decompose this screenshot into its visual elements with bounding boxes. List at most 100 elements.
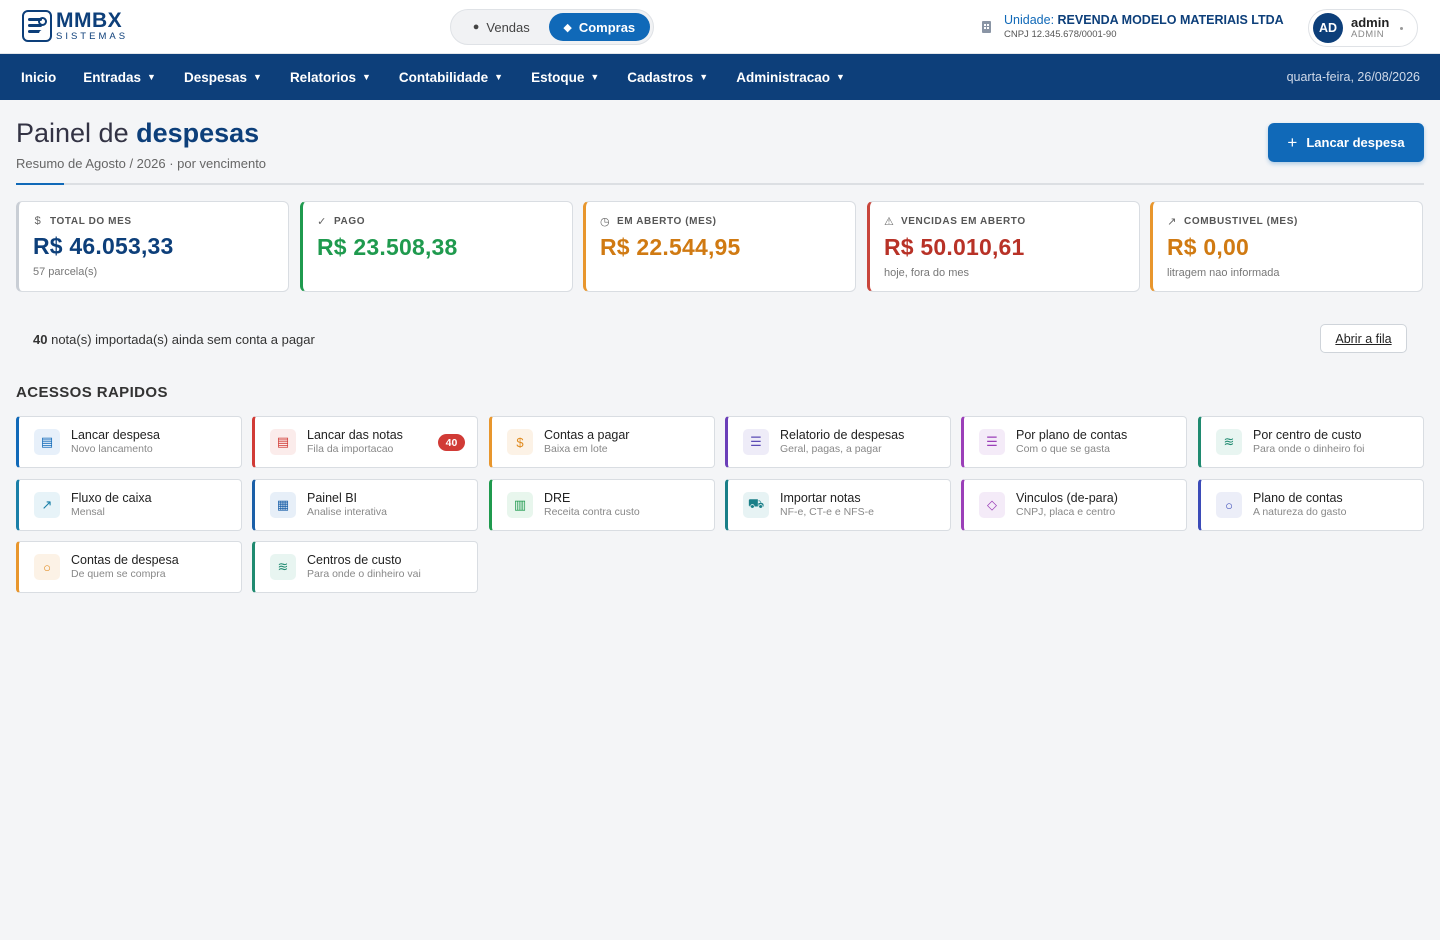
unit-info: Unidade: REVENDA MODELO MATERIAIS LTDA C… [982, 13, 1284, 40]
tile-contas-a-pagar[interactable]: $ Contas a pagar Baixa em lote [489, 416, 715, 468]
dashboard-icon: ▦ [270, 492, 296, 518]
trend-up-icon: ↗ [1167, 216, 1177, 228]
circle-icon: ○ [1216, 492, 1242, 518]
user-menu[interactable]: AD admin ADMIN [1308, 9, 1418, 47]
tile-subtitle: Fila da importacao [307, 443, 394, 456]
brand-subtitle: SISTEMAS [56, 31, 129, 43]
kpi-value: R$ 22.544,95 [600, 234, 741, 260]
nav-item-relatorios[interactable]: Relatorios ▼ [290, 54, 371, 100]
tile-subtitle: Mensal [71, 506, 105, 519]
circle-icon: ○ [34, 554, 60, 580]
caret-down-icon: ▼ [836, 72, 845, 82]
top-header: MMBX SISTEMAS ● Vendas ◆ Compras Unidade… [0, 0, 1440, 54]
tile-por-plano-de-contas[interactable]: ☰ Por plano de contas Com o que se gasta [961, 416, 1187, 468]
tile-painel-bi[interactable]: ▦ Painel BI Analise interativa [252, 479, 478, 531]
abrir-fila-button[interactable]: Abrir a fila [1320, 324, 1407, 353]
tile-plano-de-contas[interactable]: ○ Plano de contas A natureza do gasto [1198, 479, 1424, 531]
nav-item-contabilidade[interactable]: Contabilidade ▼ [399, 54, 503, 100]
warning-icon: ⚠ [884, 216, 895, 228]
dollar-icon: $ [507, 429, 533, 455]
tile-title: Importar notas [780, 491, 861, 506]
nav-item-administracao[interactable]: Administracao ▼ [736, 54, 845, 100]
user-role: ADMIN [1351, 28, 1385, 40]
caret-down-icon: ▼ [699, 72, 709, 82]
kpi-card: ✓ PAGO R$ 23.508,38 [300, 201, 573, 292]
tile-title: Painel BI [307, 491, 358, 506]
kpi-label: ↗ COMBUSTIVEL (MES) [1167, 215, 1408, 228]
mode-vendas-label: Vendas [486, 19, 530, 35]
count-badge: 40 [438, 434, 465, 451]
tile-title: Contas de despesa [71, 553, 179, 568]
mode-vendas-button[interactable]: ● Vendas [454, 13, 549, 41]
tile-dre[interactable]: ▥ DRE Receita contra custo [489, 479, 715, 531]
dollar-icon: $ [34, 215, 42, 227]
box-icon: ◆ [563, 21, 572, 34]
mode-compras-button[interactable]: ◆ Compras [548, 13, 650, 41]
brand-logo[interactable]: MMBX SISTEMAS [22, 10, 128, 42]
tile-subtitle: Baixa em lote [544, 443, 608, 456]
main-nav: Inicio Entradas ▼ Despesas ▼ Relatorios ▼ C… [0, 54, 1440, 100]
kpi-value: R$ 50.010,61 [884, 234, 1025, 260]
trend-up-icon: ↗ [34, 492, 60, 518]
tile-lancar-despesa[interactable]: ▤ Lancar despesa Novo lancamento [16, 416, 242, 468]
nav-label: Estoque [531, 69, 585, 85]
tile-fluxo-de-caixa[interactable]: ↗ Fluxo de caixa Mensal [16, 479, 242, 531]
tile-lancar-das-notas[interactable]: ▤ Lancar das notas Fila da importacao 40 [252, 416, 478, 468]
tile-title: Relatorio de despesas [780, 428, 905, 443]
tile-subtitle: NF-e, CT-e e NFS-e [780, 506, 874, 519]
tile-relatorio-de-despesas[interactable]: ☰ Relatorio de despesas Geral, pagas, a pa… [725, 416, 951, 468]
layers-icon: ≋ [1216, 429, 1242, 455]
kpi-value: R$ 23.508,38 [317, 234, 458, 260]
tag-icon: ◇ [979, 492, 1005, 518]
tile-subtitle: Receita contra custo [544, 506, 640, 519]
unit-label: Unidade: [1004, 13, 1055, 27]
kpi-card: ⚠ VENCIDAS EM ABERTO R$ 50.010,61 hoje, for… [867, 201, 1140, 292]
tile-centros-de-custo[interactable]: ≋ Centros de custo Para onde o dinheiro va… [252, 541, 478, 593]
kpi-label: $ TOTAL DO MES [33, 215, 274, 227]
kpi-label: ◷ EM ABERTO (MES) [600, 215, 841, 228]
tile-vinculos-de-para[interactable]: ◇ Vinculos (de-para) CNPJ, placa e centro [961, 479, 1187, 531]
mode-toggle: ● Vendas ◆ Compras [450, 9, 654, 45]
bar-chart-icon: ▥ [507, 492, 533, 518]
nav-label: Relatorios [289, 69, 356, 85]
kpi-label-text: COMBUSTIVEL (MES) [1184, 216, 1298, 227]
nav-item-estoque[interactable]: Estoque ▼ [531, 54, 599, 100]
tile-subtitle: A natureza do gasto [1253, 506, 1347, 519]
unit-name: REVENDA MODELO MATERIAIS LTDA [1057, 13, 1284, 27]
tile-por-centro-de-custo[interactable]: ≋ Por centro de custo Para onde o dinheiro… [1198, 416, 1424, 468]
nav-label: Despesas [183, 69, 248, 85]
tile-subtitle: De quem se compra [71, 568, 166, 581]
chevron-down-icon [1400, 27, 1403, 30]
caret-down-icon: ▼ [361, 72, 371, 82]
nav-item-despesas[interactable]: Despesas ▼ [184, 54, 262, 100]
lancar-despesa-label: Lancar despesa [1306, 135, 1405, 150]
tile-subtitle: CNPJ, placa e centro [1016, 506, 1116, 519]
lancar-despesa-button[interactable]: + Lancar despesa [1268, 123, 1424, 162]
nav-item-entradas[interactable]: Entradas ▼ [83, 54, 156, 100]
plus-icon: + [1287, 132, 1298, 152]
building-icon [982, 21, 994, 34]
mode-compras-label: Compras [578, 19, 636, 35]
clock-icon: ◷ [600, 216, 611, 228]
kpi-value: R$ 46.053,33 [33, 233, 174, 259]
nav-item-inicio[interactable]: Inicio [21, 54, 56, 100]
tile-title: Plano de contas [1253, 491, 1343, 506]
tile-title: DRE [544, 491, 571, 506]
kpi-label-text: TOTAL DO MES [50, 215, 132, 227]
brand-name: MMBX [56, 9, 123, 33]
tile-subtitle: Geral, pagas, a pagar [780, 443, 882, 456]
page-title-bold: despesas [136, 118, 260, 148]
pending-notes-count: 40 [33, 332, 48, 347]
kpi-note: litragem nao informada [1167, 267, 1280, 279]
kpi-label: ⚠ VENCIDAS EM ABERTO [884, 215, 1125, 228]
tile-contas-de-despesa[interactable]: ○ Contas de despesa De quem se compra [16, 541, 242, 593]
current-date: quarta-feira, 26/08/2026 [1286, 70, 1420, 84]
tile-importar-notas[interactable]: ⛟ Importar notas NF-e, CT-e e NFS-e [725, 479, 951, 531]
caret-down-icon: ▼ [253, 72, 262, 82]
nav-label: Administracao [736, 69, 830, 85]
nav-item-cadastros[interactable]: Cadastros ▼ [627, 54, 708, 100]
user-name: admin [1351, 15, 1390, 31]
nav-label: Entradas [83, 69, 142, 85]
tile-subtitle: Analise interativa [307, 506, 387, 519]
logo-mark-icon [22, 10, 52, 42]
